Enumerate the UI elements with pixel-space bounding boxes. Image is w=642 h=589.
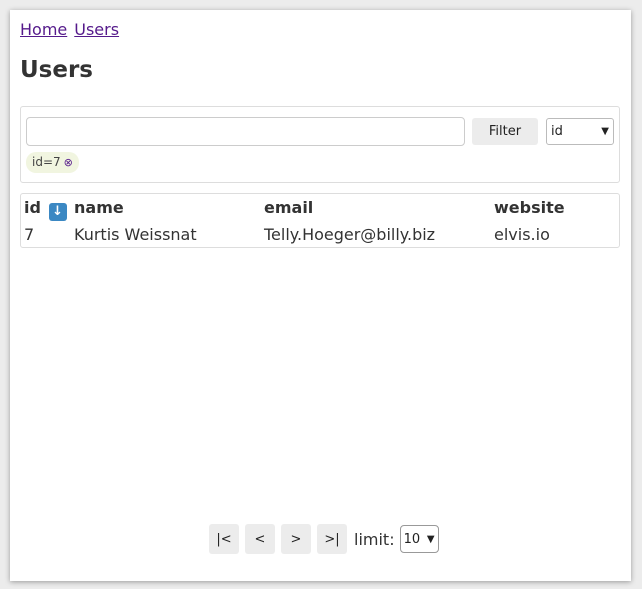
chevron-down-icon: ▼ [601,126,609,137]
limit-select[interactable]: 10 ▼ [399,525,439,553]
filter-button[interactable]: Filter [472,118,538,145]
filter-tag-label: id=7 [32,155,61,169]
column-header-id[interactable]: id ↓ [24,198,67,221]
cell-website: elvis.io [494,225,550,244]
breadcrumb-home-link[interactable]: Home [20,20,67,39]
cell-email: Telly.Hoeger@billy.biz [264,225,436,244]
column-header-website[interactable]: website [494,198,565,217]
remove-filter-icon[interactable]: ⊗ [64,152,73,173]
filter-panel: Filter id ▼ id=7 ⊗ [20,106,620,183]
cell-name: Kurtis Weissnat [74,225,197,244]
first-page-button[interactable]: |< [209,524,239,554]
filter-field-select[interactable]: id ▼ [546,118,614,145]
limit-label: limit: [354,529,395,549]
column-header-name[interactable]: name [74,198,124,217]
prev-page-button[interactable]: < [245,524,275,554]
chevron-down-icon: ▼ [426,533,435,545]
sort-descending-icon[interactable]: ↓ [48,203,67,221]
active-filter-tag: id=7 ⊗ [26,152,79,173]
breadcrumb: Home Users [20,20,126,40]
next-page-button[interactable]: > [281,524,311,554]
column-header-email[interactable]: email [264,198,313,217]
filter-input[interactable] [26,117,465,146]
users-table: id ↓ name email website 7 Kurtis Weissna… [20,193,620,248]
users-panel: Home Users Users Filter id ▼ id=7 ⊗ id ↓ … [10,10,631,581]
breadcrumb-users-link[interactable]: Users [74,20,119,39]
page-title: Users [20,57,93,83]
limit-value: 10 [403,531,421,547]
cell-id: 7 [24,225,35,244]
filter-field-value: id [551,124,563,139]
pagination: |< < > >| limit: 10 ▼ [209,524,439,554]
last-page-button[interactable]: >| [317,524,347,554]
column-header-id-label: id [24,198,41,217]
